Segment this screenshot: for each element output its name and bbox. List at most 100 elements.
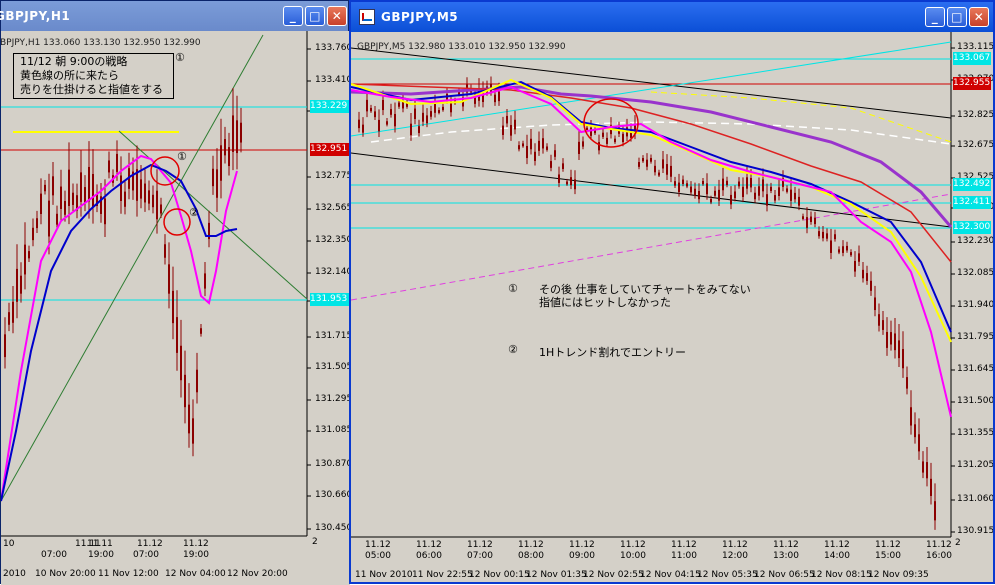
h1-candle-body xyxy=(120,175,122,201)
m5-price-tick: 131.795 xyxy=(957,332,993,342)
h1-date-label: 11 Nov 12:00 xyxy=(98,569,159,579)
h1-price-tick: 133.760 xyxy=(315,43,350,53)
m5-candle-body xyxy=(802,216,804,220)
m5-candle-body xyxy=(718,189,720,201)
m5-ma-fast xyxy=(351,85,952,418)
maximize-icon[interactable]: □ xyxy=(947,7,967,27)
m5-price-tick: 131.940 xyxy=(957,300,993,310)
close-icon[interactable]: ✕ xyxy=(327,6,347,26)
m5-candle-body xyxy=(754,192,756,200)
m5-time-label-date: 11.12 xyxy=(416,540,442,550)
m5-candle-body xyxy=(606,137,608,144)
m5-candle-body xyxy=(862,269,864,279)
m5-candle-body xyxy=(598,142,600,151)
m5-candle-body xyxy=(866,273,868,281)
m5-candle-body xyxy=(898,340,900,359)
h1-note-line-3: 売りを仕掛けると指値をする xyxy=(20,83,163,96)
m5-candle-body xyxy=(442,106,444,111)
h1-info-line: GBPJPY,H1 133.060 133.130 132.950 132.99… xyxy=(1,38,201,48)
h1-candle-body xyxy=(84,187,86,204)
m5-candle-body xyxy=(426,115,428,124)
m5-candle-body xyxy=(522,143,524,147)
m5-candle-body xyxy=(850,252,852,256)
minimize-icon[interactable]: _ xyxy=(925,7,945,27)
m5-candle-body xyxy=(362,124,364,133)
m5-time-label-date: 11.12 xyxy=(518,540,544,550)
m5-candle-body xyxy=(702,180,704,185)
m5-price-tag: 132.300 xyxy=(953,221,991,234)
h1-marker-1: ① xyxy=(177,150,187,163)
m5-time-label-hour: 08:00 xyxy=(518,551,544,561)
m5-candle-body xyxy=(418,126,420,134)
m5-candle-body xyxy=(650,157,652,162)
m5-candle-body xyxy=(766,194,768,206)
m5-candle-body xyxy=(698,190,700,200)
h1-chart-area[interactable]: GBPJPY,H1 133.060 133.130 132.950 132.99… xyxy=(1,31,350,585)
h1-candle-body xyxy=(224,139,226,156)
m5-candle-body xyxy=(742,186,744,198)
m5-candle-body xyxy=(662,159,664,169)
m5-channel-bottom xyxy=(351,152,952,228)
m5-candle-body xyxy=(890,332,892,345)
h1-time-label-hour: 07:00 xyxy=(41,550,67,560)
maximize-icon[interactable]: □ xyxy=(305,6,325,26)
h1-candle-body xyxy=(92,173,94,208)
m5-price-tag: 132.411 xyxy=(953,196,991,209)
m5-candle-body xyxy=(370,107,372,112)
m5-candle-body xyxy=(906,377,908,389)
h1-strategy-note-box: 11/12 朝 9:00の戦略 黄色線の所に来たら 売りを仕掛けると指値をする xyxy=(13,53,174,99)
m5-candle-body xyxy=(690,186,692,193)
h1-price-chart xyxy=(1,31,311,537)
m5-candle-body xyxy=(854,260,856,272)
h1-title-bar[interactable]: GBPJPY,H1 _ □ ✕ xyxy=(0,1,348,31)
m5-candle-body xyxy=(770,186,772,191)
h1-candle-body xyxy=(216,169,218,198)
m5-candle-body xyxy=(430,111,432,117)
h1-candle-body xyxy=(180,345,182,381)
m5-candle-body xyxy=(874,297,876,311)
m5-candle-body xyxy=(878,314,880,326)
m5-chart-area[interactable]: GBPJPY,M5 132.980 133.010 132.950 132.99… xyxy=(351,32,993,582)
close-icon[interactable]: ✕ xyxy=(969,7,989,27)
h1-price-tick: 131.715 xyxy=(315,331,350,341)
h1-time-label-hour: 07:00 xyxy=(133,550,159,560)
h1-candle-body xyxy=(60,186,62,209)
m5-candle-body xyxy=(730,194,732,205)
m5-date-label: 12 Nov 06:55 xyxy=(754,570,815,580)
h1-price-tick: 132.140 xyxy=(315,267,350,277)
m5-date-label: 12 Nov 02:55 xyxy=(583,570,644,580)
h1-candle-body xyxy=(220,145,222,181)
m5-candle-body xyxy=(838,249,840,253)
m5-candle-body xyxy=(590,127,592,136)
h1-candle-body xyxy=(196,369,198,393)
m5-candle-body xyxy=(886,331,888,348)
m5-candle-body xyxy=(710,198,712,203)
m5-time-label-date: 11.12 xyxy=(722,540,748,550)
h1-price-tag: 131.953 xyxy=(310,293,350,306)
m5-title-bar[interactable]: GBPJPY,M5 _ □ ✕ xyxy=(351,2,993,32)
m5-candle-body xyxy=(914,424,916,438)
m5-price-tag: 132.492 xyxy=(953,178,991,191)
m5-candle-body xyxy=(870,280,872,291)
m5-window-title: GBPJPY,M5 xyxy=(381,10,459,24)
m5-candle-body xyxy=(722,178,724,191)
m5-candle-body xyxy=(826,233,828,239)
m5-candle-body xyxy=(554,150,556,157)
h1-time-label-hour: 19:00 xyxy=(88,550,114,560)
m5-date-label: 11 Nov 2010 xyxy=(355,570,413,580)
m5-candle-body xyxy=(378,119,380,132)
h1-price-tick: 132.565 xyxy=(315,203,350,213)
h1-note-line-1: 11/12 朝 9:00の戦略 xyxy=(20,55,128,68)
h1-time-label-hour: 19:00 xyxy=(183,550,209,560)
h1-marker-2: ② xyxy=(189,206,199,219)
m5-price-tick: 131.500 xyxy=(957,396,993,406)
minimize-icon[interactable]: _ xyxy=(283,6,303,26)
m5-price-tag: 132.955 xyxy=(953,77,991,90)
m5-candle-body xyxy=(358,119,360,129)
h1-candle-body xyxy=(204,273,206,289)
m5-candle-body xyxy=(506,115,508,124)
m5-candle-body xyxy=(734,191,736,199)
m5-price-tick: 131.645 xyxy=(957,364,993,374)
h1-candle-body xyxy=(80,172,82,202)
m5-price-tick: 132.675 xyxy=(957,140,993,150)
